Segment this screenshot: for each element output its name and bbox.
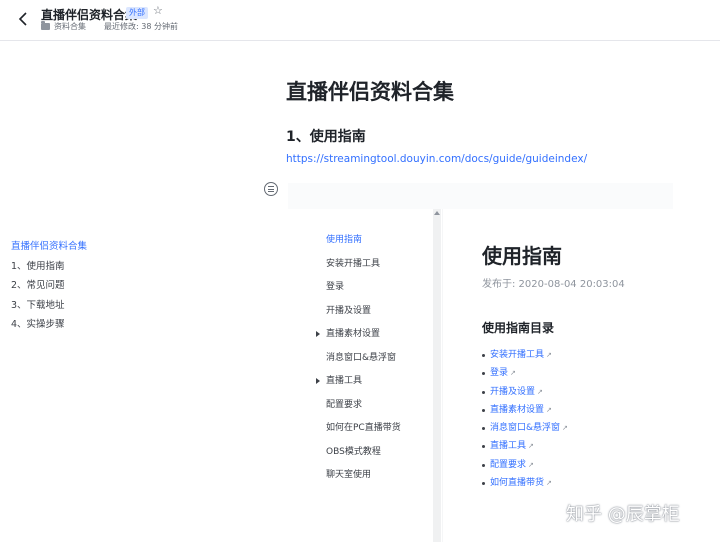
folder-name[interactable]: 资料合集 <box>54 21 86 32</box>
doc-header: 直播伴侣资料合集 外部 ☆ 资料合集 最近修改: 38 分钟前 <box>0 0 720 41</box>
external-link-icon: ↗ <box>537 387 543 396</box>
external-link-icon: ↗ <box>546 479 552 488</box>
embed-date: 发布于: 2020-08-04 20:03:04 <box>482 279 625 290</box>
embed-link-list: 安装开播工具 ↗ 登录 ↗ 开播及设置 ↗ 直播素材设置 ↗ 消息窗口&悬浮窗 ↗ 直播工… <box>482 349 568 495</box>
last-modified: 最近修改: 38 分钟前 <box>104 22 178 31</box>
embed-nav-item[interactable]: 直播素材设置 <box>316 328 401 352</box>
list-item[interactable]: 如何直播带货 ↗ <box>482 477 568 495</box>
list-item[interactable]: 直播素材设置 ↗ <box>482 404 568 422</box>
scroll-up-icon[interactable] <box>434 211 440 215</box>
page-title: 直播伴侣资料合集 <box>286 80 454 104</box>
embedded-screenshot: 使用指南 安装开播工具 登录 开播及设置 直播素材设置 消息窗口&悬浮窗 直播工… <box>288 183 673 542</box>
external-link-icon: ↗ <box>546 405 552 414</box>
embed-nav-item[interactable]: OBS模式教程 <box>326 446 401 470</box>
back-arrow-icon[interactable] <box>14 10 32 28</box>
toc-item[interactable]: 2、常见问题 <box>11 279 87 299</box>
embed-topbar <box>288 183 673 209</box>
toc-item[interactable]: 1、使用指南 <box>11 260 87 280</box>
section-heading: 1、使用指南 <box>286 129 366 145</box>
list-item[interactable]: 登录 ↗ <box>482 367 568 385</box>
toc-item[interactable]: 3、下载地址 <box>11 299 87 319</box>
embed-scrollbar[interactable] <box>433 209 441 542</box>
watermark: 知乎 @辰掌柜 <box>566 504 680 525</box>
folder-icon <box>41 21 50 30</box>
toc-item[interactable]: 直播伴侣资料合集 <box>11 240 87 260</box>
doc-meta: 资料合集 最近修改: 38 分钟前 <box>41 21 178 32</box>
embed-nav-item[interactable]: 直播工具 <box>316 375 401 399</box>
block-menu-icon[interactable] <box>264 182 278 196</box>
external-link-icon: ↗ <box>546 351 552 359</box>
external-badge: 外部 <box>126 7 148 19</box>
embed-nav-item[interactable]: 消息窗口&悬浮窗 <box>326 352 401 376</box>
embed-nav-item[interactable]: 登录 <box>326 281 401 305</box>
list-item[interactable]: 直播工具 ↗ <box>482 440 568 458</box>
embed-nav-item[interactable]: 如何在PC直播带货 <box>326 422 401 446</box>
embed-content: 使用指南 发布于: 2020-08-04 20:03:04 使用指南目录 安装开… <box>443 209 673 542</box>
external-link-icon: ↗ <box>528 460 534 469</box>
toc-item[interactable]: 4、实操步骤 <box>11 318 87 338</box>
embed-nav-item[interactable]: 开播及设置 <box>326 305 401 329</box>
guide-link[interactable]: https://streamingtool.douyin.com/docs/gu… <box>286 153 587 165</box>
embed-heading: 使用指南 <box>482 244 562 268</box>
list-item[interactable]: 配置要求 ↗ <box>482 459 568 477</box>
list-item[interactable]: 消息窗口&悬浮窗 ↗ <box>482 422 568 440</box>
embed-nav-item[interactable]: 配置要求 <box>326 399 401 423</box>
embed-subheading: 使用指南目录 <box>482 321 555 335</box>
expand-caret-icon[interactable] <box>316 378 320 384</box>
embed-nav-item[interactable]: 使用指南 <box>326 234 401 258</box>
external-link-icon: ↗ <box>562 424 568 433</box>
embed-nav: 使用指南 安装开播工具 登录 开播及设置 直播素材设置 消息窗口&悬浮窗 直播工… <box>316 234 401 493</box>
list-item[interactable]: 开播及设置 ↗ <box>482 386 568 404</box>
embed-nav-item[interactable]: 聊天室使用 <box>326 469 401 493</box>
expand-caret-icon[interactable] <box>316 331 320 337</box>
external-link-icon: ↗ <box>510 369 516 378</box>
external-link-icon: ↗ <box>528 442 534 451</box>
star-icon[interactable]: ☆ <box>153 4 163 17</box>
list-item[interactable]: 安装开播工具 ↗ <box>482 349 568 367</box>
table-of-contents: 直播伴侣资料合集 1、使用指南 2、常见问题 3、下载地址 4、实操步骤 <box>11 240 87 338</box>
embed-nav-item[interactable]: 安装开播工具 <box>326 258 401 282</box>
